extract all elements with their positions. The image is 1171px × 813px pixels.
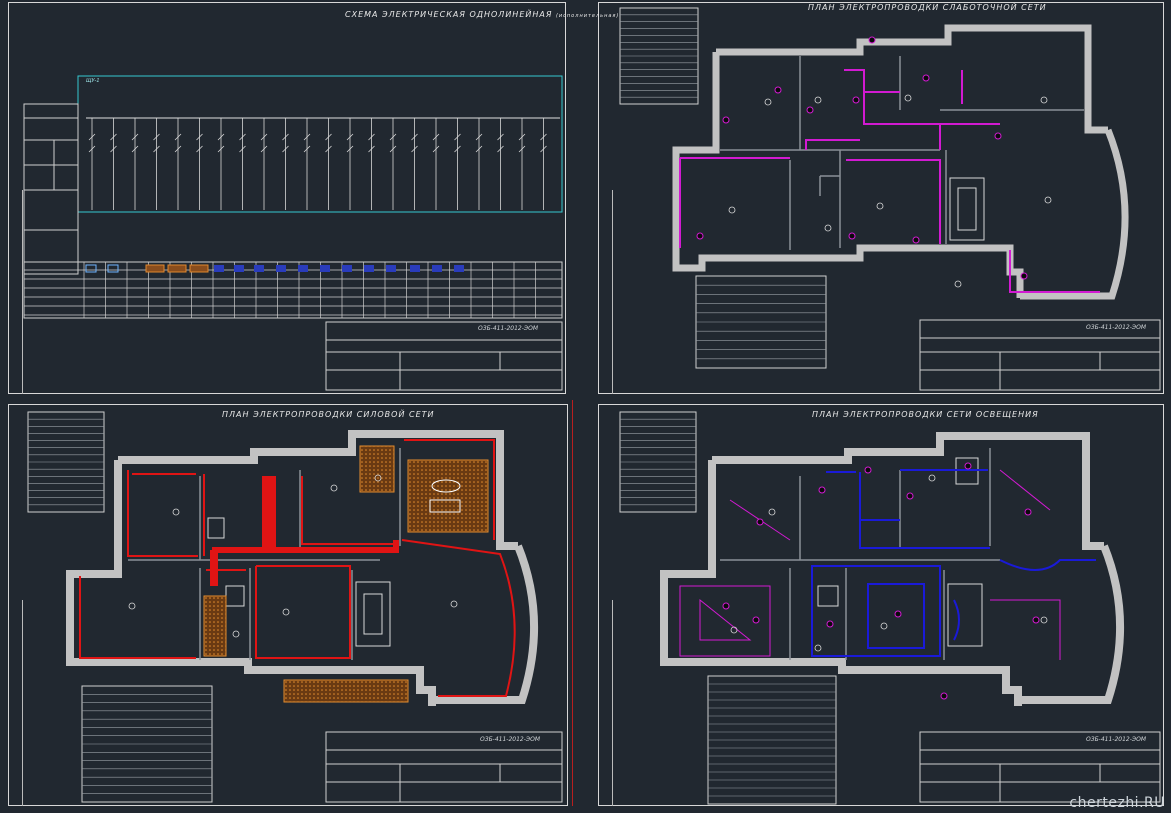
drawing-canvas: СХЕМА ЭЛЕКТРИЧЕСКАЯ ОДНОЛИНЕЙНАЯ (исполн… <box>0 0 1171 813</box>
watermark: chertezhi.RU <box>1069 795 1165 811</box>
lighting-plan <box>619 411 1161 805</box>
lighting-doc-code: ОЗБ-411-2012-ЭОМ <box>1086 736 1146 743</box>
sheet-divider <box>572 400 573 806</box>
